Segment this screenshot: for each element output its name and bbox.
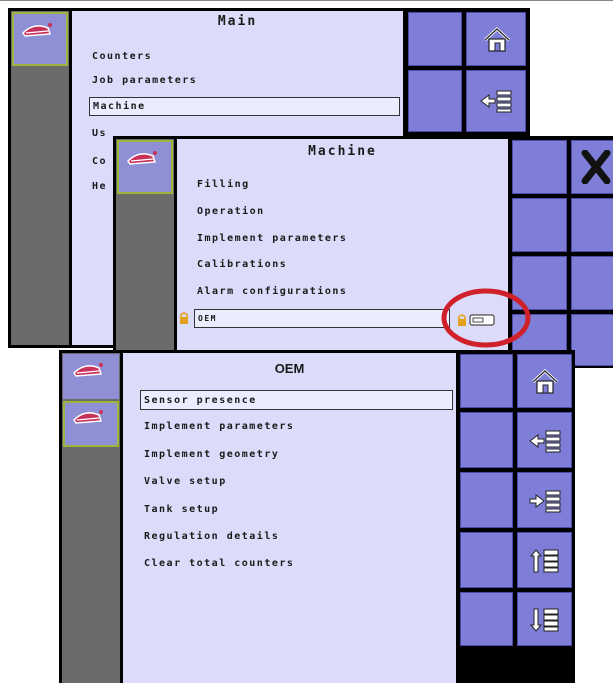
sprayer-tile[interactable]	[12, 12, 68, 66]
menu-item-machine[interactable]: Machine	[89, 97, 400, 116]
oem-scroll-up-button[interactable]	[517, 532, 572, 588]
close-icon	[581, 150, 611, 184]
oem-blank-button-4[interactable]	[460, 532, 513, 588]
page-top-rule	[0, 0, 613, 1]
machine-blank-button-3[interactable]	[571, 198, 613, 252]
oem-blank-button-3[interactable]	[460, 472, 513, 528]
machine-blank-button-1[interactable]	[512, 140, 567, 194]
menu-item-tank-setup[interactable]: Tank setup	[144, 504, 219, 515]
highlight-ring	[441, 288, 531, 348]
menu-item-counters[interactable]: Counters	[92, 51, 152, 62]
menu-item-oem[interactable]: OEM	[194, 309, 450, 328]
oem-back-list-button[interactable]	[517, 412, 572, 468]
menu-item-job-parameters[interactable]: Job parameters	[92, 75, 197, 86]
oem-home-button[interactable]	[517, 354, 572, 408]
oem-button-column-filler	[460, 650, 572, 683]
lock-icon	[180, 312, 188, 324]
main-blank-button-2[interactable]	[408, 70, 462, 132]
menu-item-implement-parameters[interactable]: Implement parameters	[144, 421, 294, 432]
machine-blank-button-2[interactable]	[512, 198, 567, 252]
oem-enter-list-button[interactable]	[517, 472, 572, 528]
main-blank-button-1[interactable]	[408, 12, 462, 66]
sprayer-icon	[127, 151, 157, 165]
machine-blank-button-7[interactable]	[571, 314, 613, 366]
menu-item-he[interactable]: He	[92, 181, 107, 192]
back-list-icon	[529, 430, 561, 453]
menu-item-implement-parameters[interactable]: Implement parameters	[197, 233, 347, 244]
oem-blank-button-1[interactable]	[460, 354, 513, 408]
menu-item-filling[interactable]: Filling	[197, 179, 250, 190]
machine-screen: Machine Filling Operation Implement para…	[113, 136, 613, 368]
oem-screen: OEM Sensor presence Implement parameters…	[59, 350, 575, 683]
sprayer-icon	[22, 23, 52, 37]
menu-item-calibrations[interactable]: Calibrations	[197, 259, 287, 270]
enter-list-icon	[529, 490, 561, 513]
oem-blank-button-2[interactable]	[460, 412, 513, 468]
sprayer-tile-selected[interactable]	[63, 401, 119, 447]
oem-blank-button-5[interactable]	[460, 592, 513, 646]
machine-title: Machine	[308, 144, 377, 159]
main-home-button[interactable]	[466, 12, 526, 66]
oem-menu-content: OEM Sensor presence Implement parameters…	[123, 353, 456, 683]
home-icon	[483, 26, 511, 52]
menu-item-regulation-details[interactable]: Regulation details	[144, 531, 279, 542]
back-list-icon	[480, 90, 512, 113]
menu-item-clear-total-counters[interactable]: Clear total counters	[144, 558, 294, 569]
sprayer-icon	[73, 363, 103, 377]
menu-item-valve-setup[interactable]: Valve setup	[144, 476, 227, 487]
oem-title: OEM	[274, 361, 305, 376]
sprayer-tile[interactable]	[117, 140, 173, 194]
menu-item-alarm-configurations[interactable]: Alarm configurations	[197, 286, 347, 297]
menu-item-operation[interactable]: Operation	[197, 206, 265, 217]
machine-close-button[interactable]	[571, 140, 613, 194]
home-icon	[531, 368, 559, 394]
scroll-down-icon	[530, 608, 559, 632]
main-title: Main	[217, 14, 258, 29]
main-back-list-button[interactable]	[466, 70, 526, 132]
menu-item-sensor-presence[interactable]: Sensor presence	[140, 390, 453, 410]
menu-item-user-interface[interactable]: Us	[92, 128, 107, 139]
sprayer-tile[interactable]	[63, 354, 119, 399]
machine-blank-button-5[interactable]	[571, 256, 613, 310]
menu-item-implement-geometry[interactable]: Implement geometry	[144, 449, 279, 460]
menu-item-co[interactable]: Co	[92, 156, 107, 167]
scroll-up-icon	[530, 549, 559, 573]
oem-scroll-down-button[interactable]	[517, 592, 572, 646]
sprayer-icon	[73, 410, 103, 424]
